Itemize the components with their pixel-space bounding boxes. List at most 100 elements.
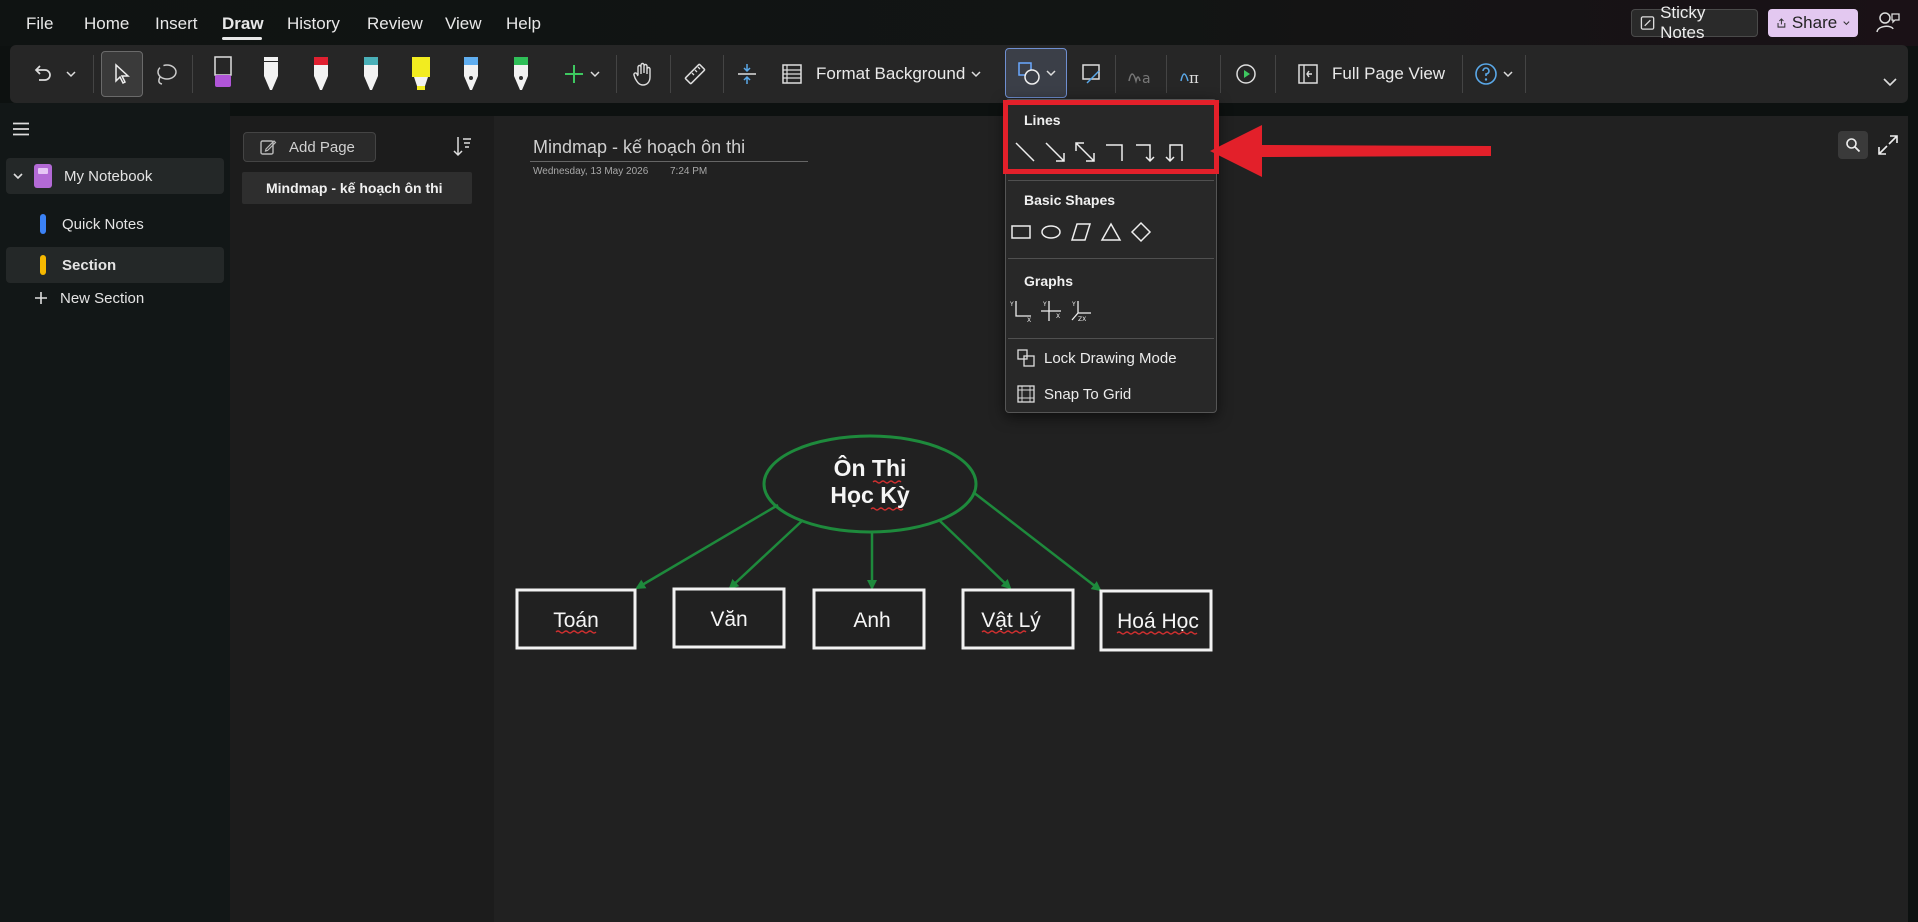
notebook-icon: [34, 164, 52, 188]
svg-text:X: X: [1056, 313, 1060, 320]
ribbon-separator: [1115, 55, 1116, 93]
section-color-tab: [40, 255, 46, 275]
ink-to-text-button[interactable]: a: [1122, 53, 1158, 95]
select-objects-button[interactable]: [101, 51, 143, 97]
notebook-item[interactable]: My Notebook: [6, 158, 224, 194]
ruler-button[interactable]: [678, 53, 712, 95]
menu-review[interactable]: Review: [367, 14, 423, 34]
triangle-icon: [1100, 222, 1122, 241]
lock-drawing-mode-item[interactable]: Lock Drawing Mode: [1016, 344, 1206, 372]
ribbon-separator: [1462, 55, 1463, 93]
new-section-button[interactable]: New Section: [6, 281, 224, 315]
page-list-item[interactable]: Mindmap - kế hoạch ôn thi: [242, 172, 472, 204]
full-page-view-button[interactable]: Full Page View: [1296, 53, 1456, 95]
menu-help[interactable]: Help: [506, 14, 541, 34]
triangle-shape[interactable]: [1096, 219, 1126, 245]
undo-dropdown[interactable]: [64, 53, 78, 95]
page-title[interactable]: Mindmap - kế hoạch ôn thi: [533, 137, 745, 158]
format-background-button[interactable]: Format Background: [780, 53, 1000, 95]
add-page-icon: [260, 140, 277, 155]
ink-replay-button[interactable]: [1228, 53, 1264, 95]
graph-xyz-shape[interactable]: Y ZX: [1066, 298, 1096, 324]
add-pen-button[interactable]: [558, 53, 604, 95]
section-item-quick-notes[interactable]: Quick Notes: [6, 206, 224, 242]
undo-button[interactable]: [26, 53, 58, 95]
section-label: Section: [62, 256, 117, 274]
account-feedback-icon[interactable]: [1875, 10, 1901, 36]
full-page-view-label: Full Page View: [1332, 64, 1446, 83]
help-button[interactable]: [1470, 53, 1516, 95]
lasso-select-button[interactable]: [148, 53, 184, 95]
eraser-icon: [214, 56, 232, 87]
lock-drawing-mode-label: Lock Drawing Mode: [1044, 349, 1177, 367]
graph-xy-shape[interactable]: Y X: [1006, 298, 1036, 324]
menu-view[interactable]: View: [445, 14, 482, 34]
format-background-label: Format Background: [816, 64, 966, 83]
add-page-button[interactable]: Add Page: [243, 132, 376, 162]
hamburger-menu-icon[interactable]: [12, 122, 30, 136]
menu-insert[interactable]: Insert: [155, 14, 198, 34]
lasso-icon: [157, 64, 177, 85]
chevron-down-icon: [1883, 78, 1897, 87]
svg-text:X: X: [1027, 317, 1031, 323]
page-title-underline: [530, 161, 808, 162]
ink-to-shape-button[interactable]: [1074, 53, 1110, 95]
ink-to-shape-icon: [1082, 64, 1100, 84]
chevron-down-icon: [971, 71, 981, 78]
sticky-notes-label: Sticky Notes: [1660, 3, 1706, 42]
snap-to-grid-icon: [1017, 385, 1035, 403]
eraser-pen[interactable]: [208, 53, 238, 95]
insert-space-icon: [738, 64, 756, 84]
ribbon-separator: [93, 55, 94, 93]
menu-draw[interactable]: Draw: [222, 14, 264, 34]
pen-white[interactable]: [256, 53, 286, 95]
format-background-icon: [782, 64, 802, 84]
highlighter-yellow-icon: [412, 57, 430, 90]
collapse-ribbon-button[interactable]: [1880, 61, 1900, 103]
share-button[interactable]: Share: [1768, 9, 1858, 37]
pen-red[interactable]: [306, 53, 336, 95]
sort-icon[interactable]: [452, 135, 472, 157]
sticky-notes-button[interactable]: Sticky Notes: [1631, 3, 1758, 42]
rectangle-shape[interactable]: [1006, 219, 1036, 245]
cursor-icon: [115, 63, 130, 85]
ribbon-separator: [1275, 55, 1276, 93]
graph-four-quadrant-shape[interactable]: Y X: [1036, 298, 1066, 324]
menu-home[interactable]: Home: [84, 14, 129, 34]
menu-file[interactable]: File: [26, 14, 53, 34]
svg-text:ZX: ZX: [1078, 316, 1086, 323]
ellipse-shape[interactable]: [1036, 219, 1066, 245]
lock-drawing-mode-icon: [1017, 349, 1035, 367]
insert-space-button[interactable]: [730, 53, 764, 95]
dropdown-separator: [1008, 180, 1214, 181]
graph-four-quadrant-icon: Y X: [1041, 301, 1061, 321]
basic-shapes-heading: Basic Shapes: [1024, 192, 1116, 208]
ink-to-math-button[interactable]: π: [1174, 53, 1210, 95]
section-item-section[interactable]: Section: [6, 247, 224, 283]
chevron-down-icon: [13, 173, 23, 180]
rectangle-icon: [1011, 225, 1031, 239]
ribbon-separator: [723, 55, 724, 93]
pen-blue[interactable]: [456, 53, 486, 95]
snap-to-grid-label: Snap To Grid: [1044, 385, 1132, 403]
share-label: Share: [1791, 13, 1838, 32]
sticky-note-icon: [1640, 16, 1655, 30]
pen-green[interactable]: [506, 53, 536, 95]
menu-history[interactable]: History: [287, 14, 340, 34]
pan-tool-button[interactable]: [626, 53, 660, 95]
pen-red-icon: [314, 57, 328, 90]
page-time: 7:24 PM: [670, 166, 708, 177]
expand-icon[interactable]: [1876, 133, 1900, 157]
shapes-dropdown-button[interactable]: [1005, 48, 1067, 98]
page-list-item-label: Mindmap - kế hoạch ôn thi: [266, 180, 443, 196]
parallelogram-shape[interactable]: [1066, 219, 1096, 245]
lines-highlight-box: [1003, 100, 1219, 174]
search-button[interactable]: [1838, 131, 1868, 159]
chevron-down-icon: [1843, 21, 1850, 26]
snap-to-grid-item[interactable]: Snap To Grid: [1016, 380, 1206, 408]
svg-text:Y: Y: [1071, 301, 1076, 308]
red-arrow-annotation: [1210, 125, 1491, 177]
highlighter-yellow[interactable]: [406, 53, 436, 95]
pen-galaxy[interactable]: [356, 53, 386, 95]
diamond-shape[interactable]: [1126, 219, 1156, 245]
